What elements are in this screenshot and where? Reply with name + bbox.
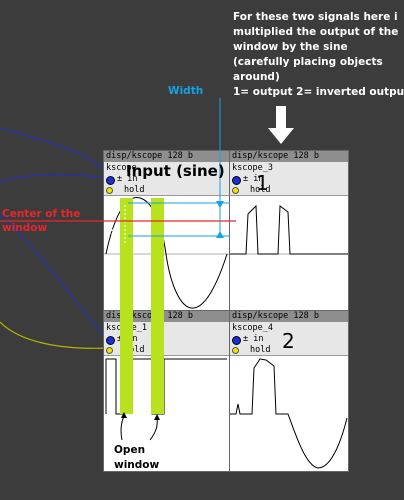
width-markers [0,98,236,441]
open-window-label: Open window [114,443,159,473]
open-window-line1: Open [114,444,146,456]
input-sine-label: Input (sine) [126,162,225,180]
open-window-line2: window [114,459,160,471]
